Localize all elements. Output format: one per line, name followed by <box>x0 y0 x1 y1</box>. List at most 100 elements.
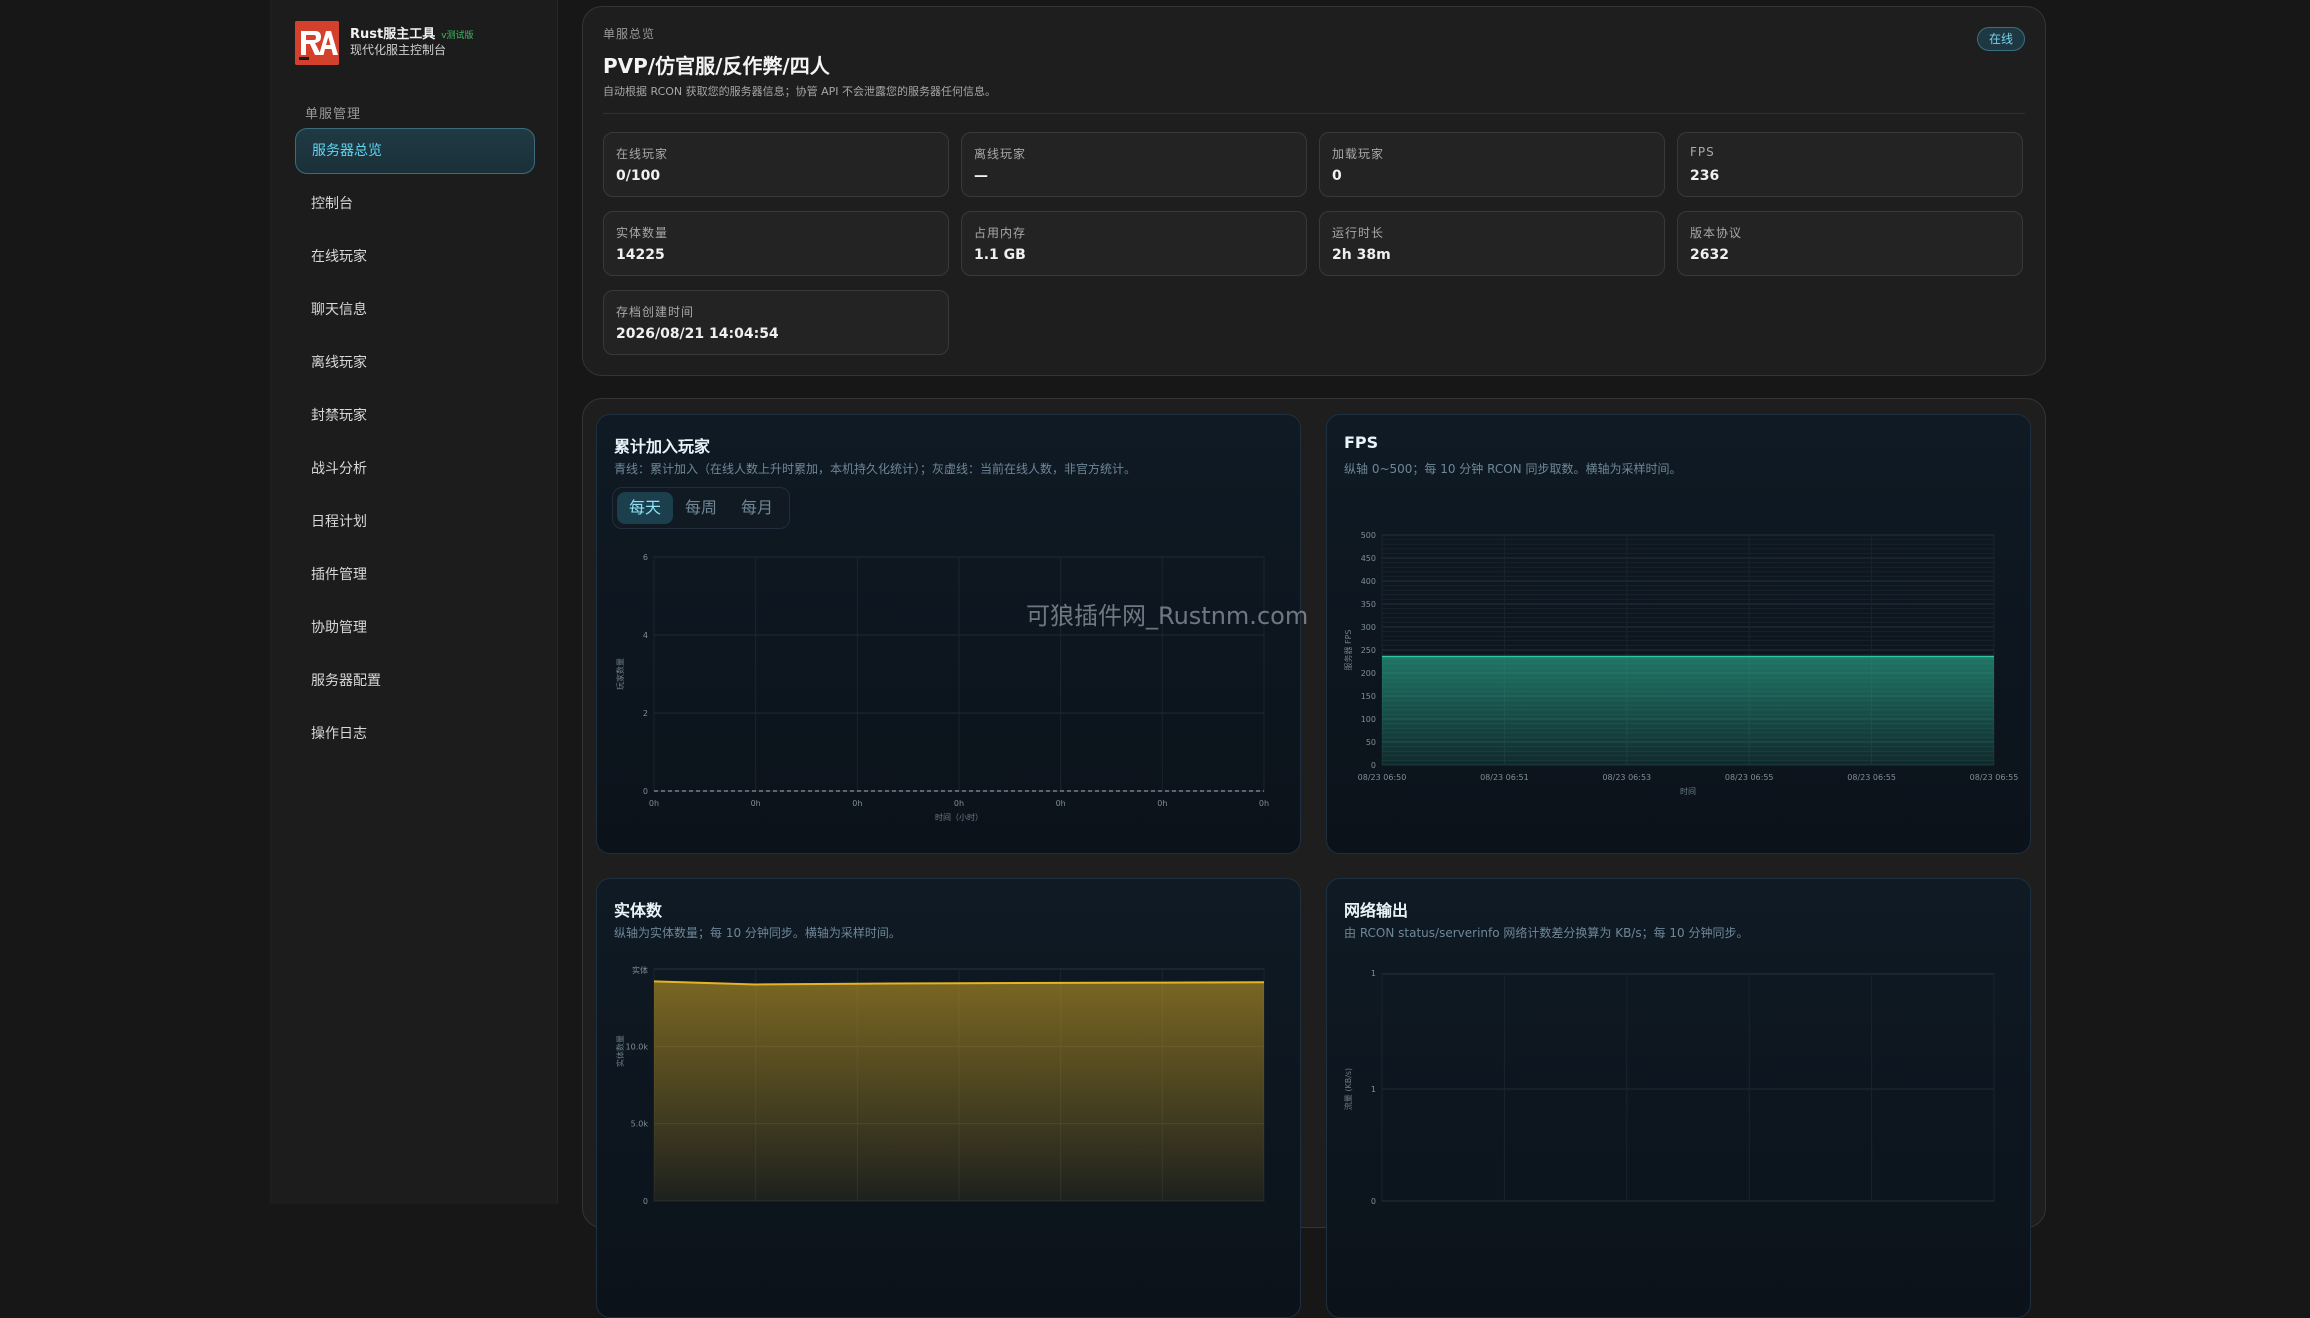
sidebar-item-overview[interactable]: 服务器总览 <box>295 128 535 174</box>
y-tick-label: 450 <box>1361 554 1376 563</box>
x-tick-label: 08/23 06:55 <box>1970 773 2019 782</box>
stat-save-created: 存档创建时间 2026/08/21 14:04:54 <box>603 290 949 355</box>
chart-panel-entities: 实体数 纵轴为实体数量；每 10 分钟同步。横轴为采样时间。 5.0k 10.0k… <box>596 878 1301 1318</box>
y-tick-label: 5.0k <box>631 1120 649 1129</box>
overview-caption: 单服总览 <box>603 27 656 41</box>
y-tick-label: 150 <box>1361 692 1376 701</box>
y-tick-label: 0 <box>1371 1197 1376 1206</box>
chart-panel-players: 累计加入玩家 青线：累计加入（在线人数上升时累加，本机持久化统计）；灰虚线：当前… <box>596 414 1301 854</box>
series-area-fps <box>1382 656 1994 765</box>
x-axis-label: 时间（小时） <box>935 812 983 822</box>
x-tick-label: 0h <box>649 799 659 808</box>
x-tick-label: 0h <box>751 799 761 808</box>
server-overview-card: 单服总览 PVP/仿官服/反作弊/四人 自动根据 RCON 获取您的服务器信息；… <box>582 6 2046 376</box>
stat-value: 2026/08/21 14:04:54 <box>616 326 779 342</box>
y-tick-label: 10.0k <box>626 1042 649 1051</box>
y-tick-label: 300 <box>1361 623 1376 632</box>
sidebar-item-combat-analysis[interactable]: 战斗分析 <box>295 446 535 492</box>
x-tick-label: 0h <box>1157 799 1167 808</box>
stat-uptime: 运行时长 2h 38m <box>1319 211 1665 276</box>
status-badge: 在线 <box>1976 27 2025 51</box>
y-tick-label: 50 <box>1366 738 1376 747</box>
stat-value: 0 <box>1332 168 1342 184</box>
sidebar-item-schedule[interactable]: 日程计划 <box>295 499 535 545</box>
y-tick-label: 0 <box>643 1197 648 1206</box>
sidebar-item-console[interactable]: 控制台 <box>295 181 535 227</box>
y-tick-label: 1 <box>1371 1085 1376 1094</box>
x-tick-label: 0h <box>1056 799 1066 808</box>
divider <box>603 113 2025 114</box>
version-badge: v测试版 <box>441 31 474 41</box>
stat-online-players: 在线玩家 0/100 <box>603 132 949 197</box>
sidebar-item-moderators[interactable]: 协助管理 <box>295 605 535 651</box>
sidebar-item-server-config[interactable]: 服务器配置 <box>295 658 535 704</box>
sidebar-item-online-players[interactable]: 在线玩家 <box>295 234 535 280</box>
y-axis-label: 流量 (KB/s) <box>1343 1068 1353 1110</box>
nav-section-title: 单服管理 <box>305 107 362 122</box>
y-tick-label: 实体 <box>632 965 648 975</box>
stat-entity-count: 实体数量 14225 <box>603 211 949 276</box>
stat-label: 加载玩家 <box>1332 147 1385 161</box>
stat-label: 存档创建时间 <box>616 305 695 319</box>
x-tick-label: 08/23 06:55 <box>1847 773 1896 782</box>
y-axis-label: 服务器 FPS <box>1343 629 1353 670</box>
x-tick-label: 08/23 06:51 <box>1480 773 1529 782</box>
players-chart: 0 2 4 6 0h 0h 0h 0h 0h 0h 0h 时间（小时） 玩家数量 <box>615 553 1269 822</box>
y-tick-label: 200 <box>1361 669 1376 678</box>
y-tick-label: 100 <box>1361 715 1376 724</box>
x-tick-label: 08/23 06:55 <box>1725 773 1774 782</box>
stat-value: 2h 38m <box>1332 247 1391 263</box>
y-tick-label: 400 <box>1361 577 1376 586</box>
x-tick-label: 0h <box>954 799 964 808</box>
stat-loading-players: 加载玩家 0 <box>1319 132 1665 197</box>
y-axis-label: 玩家数量 <box>615 658 625 690</box>
network-chart: 1 1 0 流量 (KB/s) <box>1343 969 1995 1206</box>
sidebar-item-audit-log[interactable]: 操作日志 <box>295 711 535 757</box>
stat-label: 在线玩家 <box>616 147 669 161</box>
stat-label: FPS <box>1690 145 1715 159</box>
stat-label: 版本协议 <box>1690 226 1743 240</box>
y-tick-label: 350 <box>1361 600 1376 609</box>
plot-frame <box>1381 973 1995 1202</box>
y-tick-label: 0 <box>643 787 648 796</box>
x-axis-label: 时间 <box>1680 786 1696 796</box>
stat-label: 占用内存 <box>974 226 1027 240</box>
brand-logo-icon <box>295 21 339 65</box>
y-tick-label: 250 <box>1361 646 1376 655</box>
stat-value: 236 <box>1690 168 1720 184</box>
brand[interactable]: Rust服主工具 v测试版 现代化服主控制台 <box>295 21 555 65</box>
charts-section: 累计加入玩家 青线：累计加入（在线人数上升时累加，本机持久化统计）；灰虚线：当前… <box>582 398 2046 1318</box>
app-root: Rust服主工具 v测试版 现代化服主控制台 单服管理 服务器总览 控制台 在线玩… <box>0 0 2310 1318</box>
sidebar-item-chat[interactable]: 聊天信息 <box>295 287 535 333</box>
server-name-title: PVP/仿官服/反作弊/四人 <box>603 54 830 78</box>
overview-description: 自动根据 RCON 获取您的服务器信息；协管 API 不会泄露您的服务器任何信息… <box>603 85 997 98</box>
x-tick-label: 0h <box>1259 799 1269 808</box>
stat-offline-players: 离线玩家 — <box>961 132 1307 197</box>
stat-value: 0/100 <box>616 168 661 184</box>
brand-title-text: Rust服主工具 <box>350 27 436 42</box>
entities-chart: 5.0k 10.0k 0 实体实体数量 <box>615 965 1265 1206</box>
sidebar-item-banned-players[interactable]: 封禁玩家 <box>295 393 535 439</box>
stat-fps: FPS 236 <box>1677 132 2023 197</box>
stat-protocol: 版本协议 2632 <box>1677 211 2023 276</box>
sidebar-item-offline-players[interactable]: 离线玩家 <box>295 340 535 386</box>
y-tick-label: 0 <box>1371 761 1376 770</box>
stat-value: 14225 <box>616 247 665 263</box>
y-tick-label: 4 <box>643 631 648 640</box>
stat-label: 实体数量 <box>616 226 669 240</box>
y-tick-label: 2 <box>643 709 648 718</box>
x-tick-label: 08/23 06:53 <box>1602 773 1651 782</box>
sidebar-item-plugins[interactable]: 插件管理 <box>295 552 535 598</box>
stat-memory: 占用内存 1.1 GB <box>961 211 1307 276</box>
stat-value: 2632 <box>1690 247 1729 263</box>
sidebar: Rust服主工具 v测试版 现代化服主控制台 单服管理 服务器总览 控制台 在线玩… <box>270 0 558 1204</box>
chart-panel-fps: FPS 纵轴 0~500；每 10 分钟 RCON 同步取数。横轴为采样时间。 … <box>1326 414 2031 854</box>
x-tick-label: 08/23 06:50 <box>1358 773 1407 782</box>
main-content: 单服总览 PVP/仿官服/反作弊/四人 自动根据 RCON 获取您的服务器信息；… <box>558 0 2310 1318</box>
brand-title: Rust服主工具 v测试版 <box>350 23 474 42</box>
y-axis-label: 实体数量 <box>615 1035 625 1067</box>
y-tick-label: 500 <box>1361 531 1376 540</box>
x-tick-label: 0h <box>852 799 862 808</box>
series-area-entities <box>654 981 1264 1201</box>
y-tick-label: 1 <box>1371 969 1376 978</box>
